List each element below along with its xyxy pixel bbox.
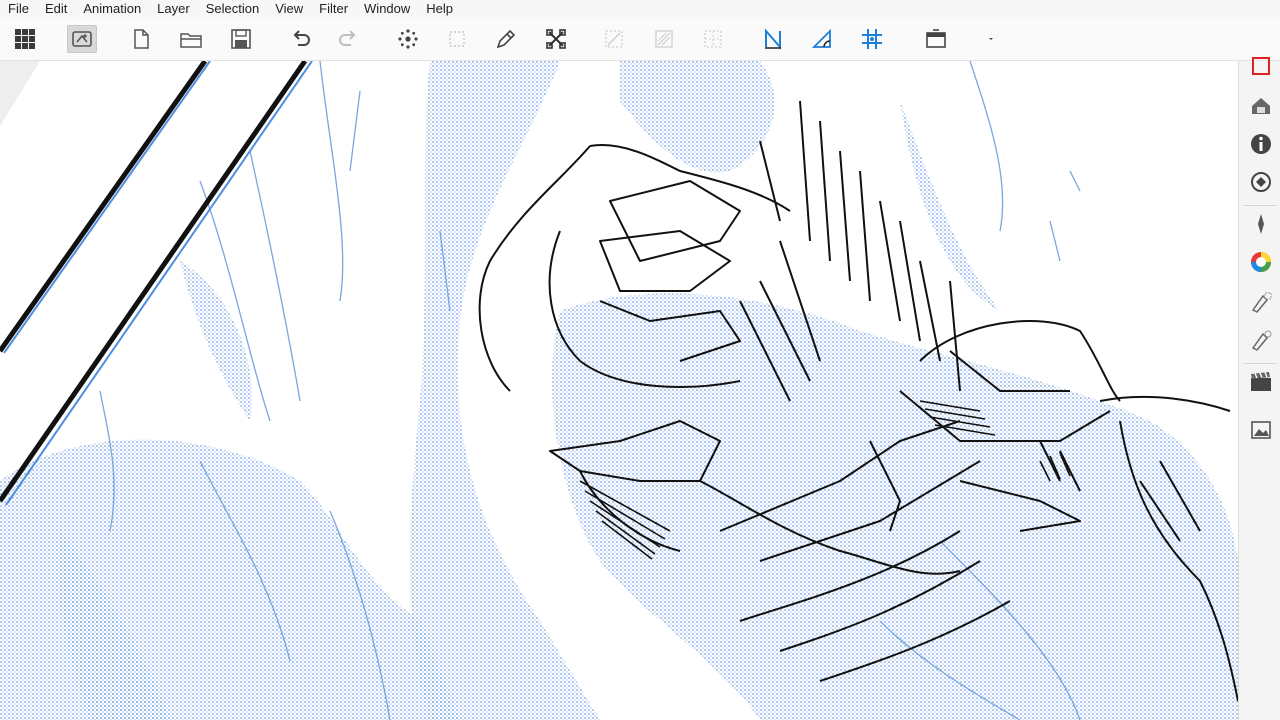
pen-correction-button[interactable]: [491, 25, 521, 53]
grid-menu-icon: [15, 29, 35, 49]
open-folder-icon: [180, 33, 202, 48]
open-folder-button[interactable]: [176, 25, 206, 53]
pen-correction-icon: [496, 29, 516, 49]
fill-button[interactable]: [649, 25, 679, 53]
menu-layer[interactable]: Layer: [149, 1, 198, 17]
redo-button[interactable]: [334, 25, 364, 53]
drawing-canvas[interactable]: [0, 61, 1238, 720]
brush-size-button[interactable]: [1248, 327, 1274, 353]
fill-icon: [655, 30, 673, 48]
new-file-button[interactable]: [126, 25, 156, 53]
menu-file[interactable]: File: [0, 1, 37, 17]
grid-menu-button[interactable]: [10, 25, 40, 53]
canvas-frame-button[interactable]: [1248, 53, 1274, 79]
menu-window[interactable]: Window: [356, 1, 418, 17]
grid-snap-icon: [704, 30, 722, 48]
menu-animation[interactable]: Animation: [75, 1, 149, 17]
undo-button[interactable]: [285, 25, 315, 53]
color-wheel-button[interactable]: [1248, 249, 1274, 275]
deselect-button[interactable]: [442, 25, 472, 53]
menu-view[interactable]: View: [267, 1, 311, 17]
layer-property-icon: [1251, 134, 1271, 154]
navigator-button[interactable]: [1248, 169, 1274, 195]
layer-property-button[interactable]: [1248, 131, 1274, 157]
cut-icon: [605, 30, 623, 48]
selection-spread-icon: [398, 29, 418, 49]
right-dock-panel: [1238, 57, 1280, 720]
panel-separator: [1243, 205, 1277, 206]
command-bar: [0, 18, 1280, 61]
redo-icon: [339, 30, 356, 46]
menu-help[interactable]: Help: [418, 1, 461, 17]
material-button[interactable]: [1248, 93, 1274, 119]
save-icon: [231, 29, 251, 49]
image-icon: [1251, 421, 1271, 439]
timeline-icon: [1251, 372, 1271, 391]
new-file-icon: [134, 29, 149, 49]
selection-spread-button[interactable]: [393, 25, 423, 53]
navigator-icon: [1251, 172, 1271, 192]
pen-tool-button[interactable]: [1248, 211, 1274, 237]
canvas-artwork: [0, 61, 1238, 720]
toolbar-dropdown[interactable]: [976, 25, 1006, 53]
image-button[interactable]: [1248, 417, 1274, 443]
pen-tool-icon: [1258, 214, 1264, 234]
save-button[interactable]: [226, 25, 256, 53]
timeline-button[interactable]: [1248, 369, 1274, 395]
transform-preview-button[interactable]: [67, 25, 97, 53]
undo-icon: [293, 30, 310, 46]
dropdown-arrow-icon: [989, 38, 993, 40]
panel-separator: [1243, 363, 1277, 364]
snap-grid-icon: [862, 29, 882, 49]
workspace-button[interactable]: [921, 25, 951, 53]
cut-button[interactable]: [599, 25, 629, 53]
workspace-icon: [926, 29, 946, 48]
grid-snap-button[interactable]: [698, 25, 728, 53]
deselect-icon: [449, 31, 465, 47]
menu-selection[interactable]: Selection: [198, 1, 267, 17]
canvas-frame-icon: [1252, 57, 1270, 75]
transform-button[interactable]: [541, 25, 571, 53]
brush-size-icon: [1251, 330, 1272, 351]
material-icon: [1252, 98, 1270, 114]
color-wheel-icon: [1251, 252, 1271, 272]
ink-diagonal-lines: [0, 61, 313, 506]
snap-grid-button[interactable]: [857, 25, 887, 53]
snap-special-ruler-button[interactable]: [807, 25, 837, 53]
menu-edit[interactable]: Edit: [37, 1, 75, 17]
snap-ruler-icon: [765, 28, 781, 50]
menu-bar: File Edit Animation Layer Selection View…: [0, 0, 1280, 18]
transform-icon: [546, 29, 566, 49]
sub-tool-icon: [1251, 292, 1272, 313]
sub-tool-button[interactable]: [1248, 289, 1274, 315]
menu-filter[interactable]: Filter: [311, 1, 356, 17]
transform-preview-icon: [72, 31, 92, 47]
snap-ruler-button[interactable]: [758, 25, 788, 53]
snap-special-ruler-icon: [811, 28, 831, 48]
